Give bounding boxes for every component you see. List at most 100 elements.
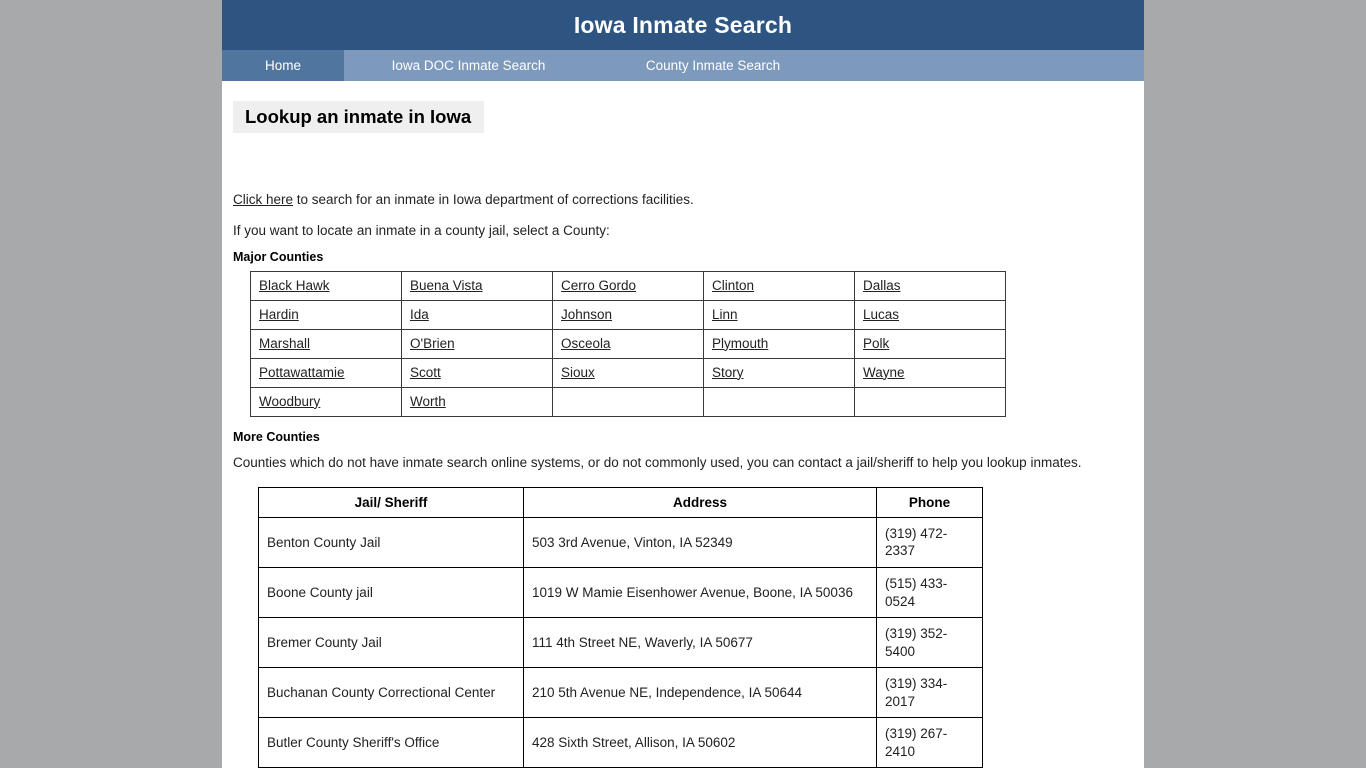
county-cell[interactable]: Cerro Gordo [552,270,704,301]
table-row: Hardin Ida Johnson Linn Lucas [250,299,1006,330]
page-container: Iowa Inmate Search Home Iowa DOC Inmate … [222,0,1144,768]
county-cell[interactable]: Black Hawk [250,270,402,301]
county-cell[interactable]: Pottawattamie [250,357,402,388]
table-row: Marshall O'Brien Osceola Plymouth Polk [250,328,1006,359]
county-link-johnson[interactable]: Johnson [561,307,612,322]
county-link-sioux[interactable]: Sioux [561,365,595,380]
nav-item-iowa-doc-inmate-search[interactable]: Iowa DOC Inmate Search [344,50,593,81]
table-row: Buchanan County Correctional Center 210 … [258,667,983,719]
more-counties-heading: More Counties [233,429,320,444]
county-cell[interactable]: Polk [854,328,1006,359]
county-cell[interactable]: Clinton [703,270,855,301]
county-cell[interactable]: Ida [401,299,553,330]
county-link-pottawattamie[interactable]: Pottawattamie [259,365,345,380]
county-cell[interactable]: Lucas [854,299,1006,330]
county-cell-empty [552,386,704,417]
county-link-obrien[interactable]: O'Brien [410,336,455,351]
doc-search-link[interactable]: Click here [233,192,293,207]
county-link-plymouth[interactable]: Plymouth [712,336,768,351]
jail-name-cell: Buchanan County Correctional Center [258,667,524,719]
county-cell[interactable]: O'Brien [401,328,553,359]
county-link-buena-vista[interactable]: Buena Vista [410,278,483,293]
jail-address-cell: 503 3rd Avenue, Vinton, IA 52349 [523,516,877,569]
table-row: Boone County jail 1019 W Mamie Eisenhowe… [258,567,983,619]
table-row: Woodbury Worth [250,386,1006,417]
nav-item-home-label: Home [264,58,301,73]
intro-block: Click here to search for an inmate in Io… [222,191,1144,263]
county-link-worth[interactable]: Worth [410,394,446,409]
county-cell[interactable]: Sioux [552,357,704,388]
county-link-ida[interactable]: Ida [410,307,429,322]
county-cell[interactable]: Marshall [250,328,402,359]
major-counties-heading: Major Counties [233,249,324,264]
jail-phone-cell: (515) 433-0524 [876,567,983,619]
county-link-clinton[interactable]: Clinton [712,278,754,293]
more-counties-description: Counties which do not have inmate search… [233,454,1082,470]
county-link-story[interactable]: Story [712,365,744,380]
jail-phone-cell: (319) 334-2017 [876,667,983,719]
table-row: Bremer County Jail 111 4th Street NE, Wa… [258,617,983,669]
county-cell[interactable]: Woodbury [250,386,402,417]
county-cell[interactable]: Osceola [552,328,704,359]
county-link-polk[interactable]: Polk [863,336,889,351]
county-link-black-hawk[interactable]: Black Hawk [259,278,330,293]
county-cell[interactable]: Linn [703,299,855,330]
jail-name-cell: Butler County Sheriff's Office [258,717,524,768]
county-link-scott[interactable]: Scott [410,365,441,380]
more-counties-block: More Counties Counties which do not have… [222,430,1144,474]
table-row: Butler County Sheriff's Office 428 Sixth… [258,717,983,768]
jail-name-cell: Benton County Jail [258,516,524,569]
county-link-cerro-gordo[interactable]: Cerro Gordo [561,278,636,293]
nav-item-county-inmate-search-label: County Inmate Search [645,58,781,73]
county-link-dallas[interactable]: Dallas [863,278,901,293]
major-counties-table: Black Hawk Buena Vista Cerro Gordo Clint… [250,270,1006,417]
county-cell[interactable]: Buena Vista [401,270,553,301]
jail-sheriff-table-body: Benton County Jail 503 3rd Avenue, Vinto… [258,516,983,768]
jail-name-cell: Bremer County Jail [258,617,524,669]
table-row: Benton County Jail 503 3rd Avenue, Vinto… [258,516,983,569]
county-cell[interactable]: Plymouth [703,328,855,359]
jail-phone-cell: (319) 267-2410 [876,717,983,768]
column-header-phone: Phone [876,486,983,518]
county-link-wayne[interactable]: Wayne [863,365,905,380]
jail-address-cell: 1019 W Mamie Eisenhower Avenue, Boone, I… [523,567,877,619]
intro-doc-tail: to search for an inmate in Iowa departme… [293,192,694,208]
main-content: Lookup an inmate in Iowa Click here to s… [222,101,1144,768]
table-row: Black Hawk Buena Vista Cerro Gordo Clint… [250,270,1006,301]
county-cell[interactable]: Johnson [552,299,704,330]
site-masthead: Iowa Inmate Search [222,0,1144,50]
column-header-jail-sheriff: Jail/ Sheriff [258,486,524,518]
county-link-marshall[interactable]: Marshall [259,336,310,351]
county-cell[interactable]: Wayne [854,357,1006,388]
table-header-row: Jail/ Sheriff Address Phone [258,486,983,518]
jail-phone-cell: (319) 472-2337 [876,516,983,569]
intro-doc-line: Click here to search for an inmate in Io… [233,191,1144,222]
jail-sheriff-table: Jail/ Sheriff Address Phone Benton Count… [258,486,983,768]
main-navigation: Home Iowa DOC Inmate Search County Inmat… [222,50,1144,81]
jail-phone-cell: (319) 352-5400 [876,617,983,669]
county-link-linn[interactable]: Linn [712,307,738,322]
nav-item-county-inmate-search[interactable]: County Inmate Search [593,50,833,81]
page-title-wrapper: Lookup an inmate in Iowa [233,101,1144,134]
page-title: Lookup an inmate in Iowa [233,101,485,134]
county-link-osceola[interactable]: Osceola [561,336,611,351]
jail-address-cell: 428 Sixth Street, Allison, IA 50602 [523,717,877,768]
county-cell[interactable]: Worth [401,386,553,417]
county-link-woodbury[interactable]: Woodbury [259,394,320,409]
county-cell-empty [854,386,1006,417]
table-row: Pottawattamie Scott Sioux Story Wayne [250,357,1006,388]
county-link-lucas[interactable]: Lucas [863,307,899,322]
nav-item-home[interactable]: Home [222,50,344,81]
jail-name-cell: Boone County jail [258,567,524,619]
major-counties-body: Black Hawk Buena Vista Cerro Gordo Clint… [250,270,1006,417]
county-cell[interactable]: Scott [401,357,553,388]
county-cell[interactable]: Story [703,357,855,388]
county-link-hardin[interactable]: Hardin [259,307,299,322]
intro-county-line: If you want to locate an inmate in a cou… [233,223,610,239]
site-title: Iowa Inmate Search [573,11,793,38]
county-cell[interactable]: Hardin [250,299,402,330]
column-header-address: Address [523,486,877,518]
nav-item-iowa-doc-inmate-search-label: Iowa DOC Inmate Search [391,58,546,73]
county-cell[interactable]: Dallas [854,270,1006,301]
